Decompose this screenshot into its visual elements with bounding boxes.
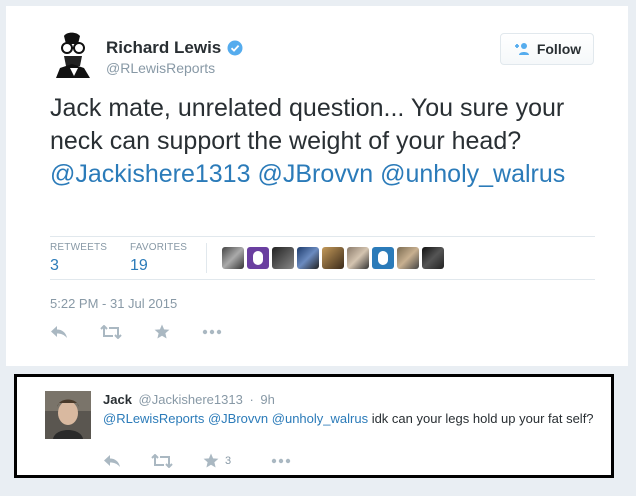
tweet-timestamp[interactable]: 5:22 PM - 31 Jul 2015 [50,296,177,311]
avatar[interactable] [372,247,394,269]
avatar[interactable] [222,247,244,269]
divider [206,243,207,273]
tweet-actions [50,324,222,339]
mention-link[interactable]: @unholy_walrus [380,160,565,188]
mention-link[interactable]: @Jackishere1313 [50,160,251,188]
follow-button-label: Follow [536,41,582,57]
favorite-icon[interactable] [154,324,170,339]
avatar[interactable] [45,391,91,439]
favoriters-avatars [222,247,444,269]
favorites-count: 19 [130,257,148,274]
retweet-icon[interactable] [100,324,122,339]
reply-separator: · [249,392,254,407]
retweets-count: 3 [50,257,59,274]
divider [50,236,595,237]
favorites-label: FAVORITES [130,242,188,253]
mention-link[interactable]: @unholy_walrus [272,411,368,426]
reply-actions: 3 [103,453,291,468]
reply-body: idk can your legs hold up your fat self? [368,411,594,426]
author-handle[interactable]: @RLewisReports [106,60,215,76]
reply-age[interactable]: 9h [260,392,274,407]
mention-link[interactable]: @JBrovvn [208,411,268,426]
avatar[interactable] [297,247,319,269]
retweets-stat[interactable]: RETWEETS 3 [50,242,107,275]
mention-link[interactable]: @JBrovvn [257,160,373,188]
reply-author-row[interactable]: Jack @Jackishere1313 · 9h [103,392,275,407]
favorite-icon[interactable]: 3 [203,453,231,468]
reply-tweet-card: Jack @Jackishere1313 · 9h @RLewisReports… [14,374,614,478]
avatar[interactable] [322,247,344,269]
avatar[interactable] [247,247,269,269]
tweet-body: Jack mate, unrelated question... You sur… [50,94,565,155]
author-name[interactable]: Richard Lewis [106,38,221,58]
follow-button[interactable]: Follow [500,33,594,65]
reply-text: @RLewisReports @JBrovvn @unholy_walrus i… [103,410,603,428]
reply-icon[interactable] [50,325,68,339]
follow-user-icon [514,43,529,55]
main-tweet-card: Richard Lewis @RLewisReports Follow Jack… [6,6,628,366]
reply-author-handle[interactable]: @Jackishere1313 [139,392,243,407]
more-icon[interactable] [271,458,291,464]
author-name-row[interactable]: Richard Lewis [106,38,243,58]
avatar[interactable] [347,247,369,269]
avatar[interactable] [272,247,294,269]
divider [50,279,595,280]
mention-link[interactable]: @RLewisReports [103,411,204,426]
avatar[interactable] [422,247,444,269]
favorites-stat[interactable]: FAVORITES 19 [130,242,187,275]
more-icon[interactable] [202,329,222,335]
avatar[interactable] [397,247,419,269]
avatar[interactable] [50,30,98,78]
reply-author-name[interactable]: Jack [103,392,132,407]
tweet-text: Jack mate, unrelated question... You sur… [50,92,610,191]
retweets-label: RETWEETS [50,242,108,253]
reply-favorites-count: 3 [225,454,232,467]
reply-icon[interactable] [103,454,121,468]
retweet-icon[interactable] [151,453,173,468]
verified-icon [227,40,243,56]
